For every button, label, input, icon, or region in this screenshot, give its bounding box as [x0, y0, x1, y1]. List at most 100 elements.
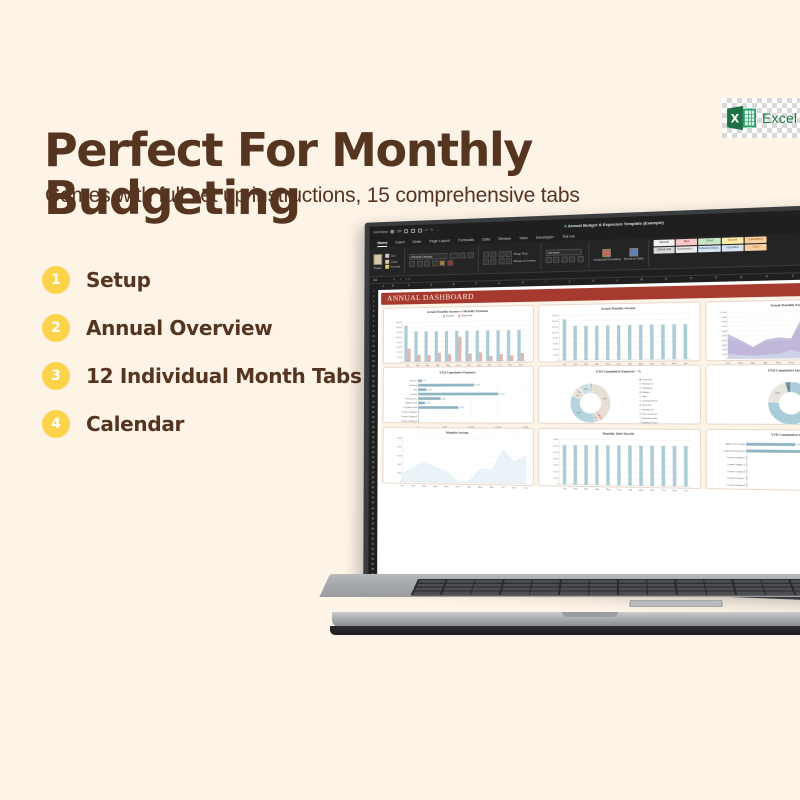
format-as-table-button[interactable]: Format as Table — [624, 247, 643, 260]
number-format-select[interactable]: General — [545, 248, 582, 256]
align-top-button[interactable] — [482, 251, 489, 258]
tab-insert[interactable]: Insert — [395, 240, 404, 244]
svg-text:Dec: Dec — [524, 487, 528, 489]
italic-button[interactable] — [416, 260, 423, 268]
keyboard-row — [412, 591, 800, 595]
increase-decimal-button[interactable] — [569, 256, 576, 263]
tab-home[interactable]: Home — [377, 240, 387, 244]
svg-text:Personal Care: Personal Care — [643, 413, 659, 415]
cell-style-hyperlink[interactable]: Hyperlink — [721, 244, 744, 252]
bold-button[interactable] — [409, 261, 416, 268]
svg-text:0: 0 — [558, 484, 559, 486]
percent-format-button[interactable] — [553, 256, 560, 264]
worksheet-canvas[interactable]: ANNUAL DASHBOARD Actual Monthly Income v… — [377, 277, 800, 599]
grouped-bar-chart: 0 2,000 4,000 6,000 8,000 10,000 12,000 14,000 1… — [396, 317, 530, 367]
dashboard-row-3: Monthly Savings 0 1,000 2,000 3,000 4,000 5,0… — [382, 426, 800, 492]
font-color-button[interactable] — [446, 260, 453, 267]
tab-view[interactable]: View — [519, 235, 527, 239]
laptop-keyboard — [410, 579, 800, 596]
svg-text:Jan: Jan — [563, 364, 567, 366]
svg-text:Custom Category 4: Custom Category 4 — [401, 414, 417, 417]
conditional-formatting-button[interactable]: Conditional Formatting — [593, 248, 621, 261]
align-bottom-button[interactable] — [497, 250, 505, 258]
tab-review[interactable]: Review — [498, 236, 511, 241]
tab-data[interactable]: Data — [482, 237, 490, 241]
cell-style-neutral[interactable]: Neutral — [721, 237, 744, 245]
font-name-input[interactable]: Playfair Display — [409, 252, 448, 260]
cell-style-followed-hyperlink[interactable]: Followed Hype... — [698, 245, 721, 253]
svg-text:May: May — [606, 363, 610, 365]
cell-style-normal[interactable]: Normal — [653, 239, 675, 247]
chart-panel-ytd-expenses-pct[interactable]: YTD Cumulative Expenses - % 49% 3% 4% 47% 7%… — [538, 364, 701, 425]
chart-panel-ytd-income-pct[interactable]: YTD Cumulative Income - % 76%20%4% — [704, 363, 800, 426]
tab-draw[interactable]: Draw — [413, 239, 422, 243]
align-right-button[interactable] — [497, 258, 505, 265]
svg-text:Mar: Mar — [426, 364, 430, 367]
align-center-button[interactable] — [490, 258, 497, 266]
chart-panel-monthly-savings[interactable]: Monthly Savings 0 1,000 2,000 3,000 4,000 5,0… — [382, 426, 535, 489]
comma-format-button[interactable] — [561, 256, 568, 264]
chart-panel-debt-payoffs[interactable]: Monthly Debt Payoffs 0 1,000 2,000 3,000 4,0… — [538, 427, 701, 492]
svg-text:1,000: 1,000 — [397, 473, 402, 475]
cell-style-calculation[interactable]: Calculation — [744, 236, 768, 244]
svg-text:Oct: Oct — [501, 486, 505, 489]
legend-label: Income — [446, 314, 455, 318]
align-left-button[interactable] — [482, 258, 489, 266]
decrease-font-size-button[interactable] — [467, 251, 474, 259]
chart-panel-monthly-expenses[interactable]: Actual Monthly Expenses 0 1,000 2,000 3,000… — [704, 297, 800, 365]
wrap-text-label[interactable]: Wrap Text — [514, 251, 528, 256]
svg-text:1,000: 1,000 — [721, 354, 726, 356]
underline-button[interactable] — [424, 260, 431, 267]
cell-style-input[interactable]: Input — [744, 243, 768, 252]
align-middle-button[interactable] — [490, 251, 497, 258]
svg-text:Utilities: Utilities — [643, 390, 651, 393]
chart-panel-monthly-income[interactable]: Actual Monthly Income 0 2,000 4,000 6,000 8,… — [538, 300, 701, 366]
formula-bar-icons[interactable]: ✕ ✓ fx — [393, 277, 412, 281]
svg-text:0: 0 — [557, 360, 558, 362]
svg-text:Dec: Dec — [684, 363, 688, 365]
number-buttons-row — [545, 256, 584, 264]
cut-button[interactable]: Cut — [385, 253, 400, 258]
laptop-screen-bezel: AutoSave Off ↶ ↷ … ■ Annual Budget & Exp… — [363, 202, 800, 604]
chart-panel-ytd-savings[interactable]: YTD Cumulative Savings Add to Cash savin… — [705, 428, 800, 492]
svg-text:Sep: Sep — [490, 487, 495, 489]
keyboard-key — [561, 579, 589, 583]
svg-text:Feb: Feb — [574, 364, 579, 366]
tab-formulas[interactable]: Formulas — [458, 237, 474, 242]
svg-text:6,000: 6,000 — [721, 331, 726, 333]
decrease-decimal-button[interactable] — [577, 256, 584, 263]
alignment-controls: Wrap Text Merge & Center — [482, 250, 536, 266]
svg-text:Nov: Nov — [513, 487, 517, 489]
cell-style-bad[interactable]: Bad — [675, 238, 698, 246]
currency-format-button[interactable] — [545, 257, 552, 264]
tab-page-layout[interactable]: Page Layout — [429, 238, 450, 243]
chart-title: YTD Cumulative Income - % — [767, 367, 800, 373]
svg-text:June: June — [788, 362, 794, 364]
svg-text:Jan: Jan — [401, 485, 404, 487]
svg-text:Aug: Aug — [478, 485, 482, 488]
format-painter-button[interactable]: Format — [385, 264, 400, 269]
paste-button[interactable]: Paste — [373, 253, 383, 270]
copy-button[interactable]: Copy — [385, 259, 400, 264]
svg-text:Feb: Feb — [416, 365, 420, 367]
chart-panel-ytd-expenses[interactable]: YTD Cumulative Expenses 0 5,000 10,000 15,0… — [382, 365, 535, 428]
orientation-button[interactable] — [505, 250, 513, 257]
indent-button[interactable] — [505, 258, 513, 265]
merge-center-label[interactable]: Merge & Center — [514, 259, 536, 264]
cell-style-good[interactable]: Good — [698, 237, 721, 245]
increase-font-size-button[interactable] — [459, 252, 466, 259]
borders-button[interactable] — [431, 260, 438, 267]
chart-panel-income-vs-expenses[interactable]: Actual Monthly Income vs Monthly Expense… — [382, 304, 535, 367]
svg-text:8,000: 8,000 — [721, 322, 726, 324]
area-chart: 0 1,000 2,000 3,000 4,000 5,000 6,000 7,000 8,00… — [720, 307, 800, 365]
tab-developer[interactable]: Developer — [536, 235, 554, 240]
tab-tell-me[interactable]: Tell me — [562, 234, 574, 239]
chart-title: YTD Cumulative Expenses — [439, 369, 476, 375]
font-size-input[interactable] — [448, 252, 458, 259]
dashboard-body: Actual Monthly Income vs Monthly Expense… — [380, 293, 800, 492]
feature-number-badge: 4 — [42, 410, 70, 438]
cell-style-check-cell[interactable]: Check Cell — [653, 246, 675, 254]
cell-style-explanatory[interactable]: Explanatory ... — [675, 246, 698, 254]
name-box[interactable]: A1 — [373, 278, 389, 282]
fill-color-button[interactable] — [439, 260, 446, 267]
